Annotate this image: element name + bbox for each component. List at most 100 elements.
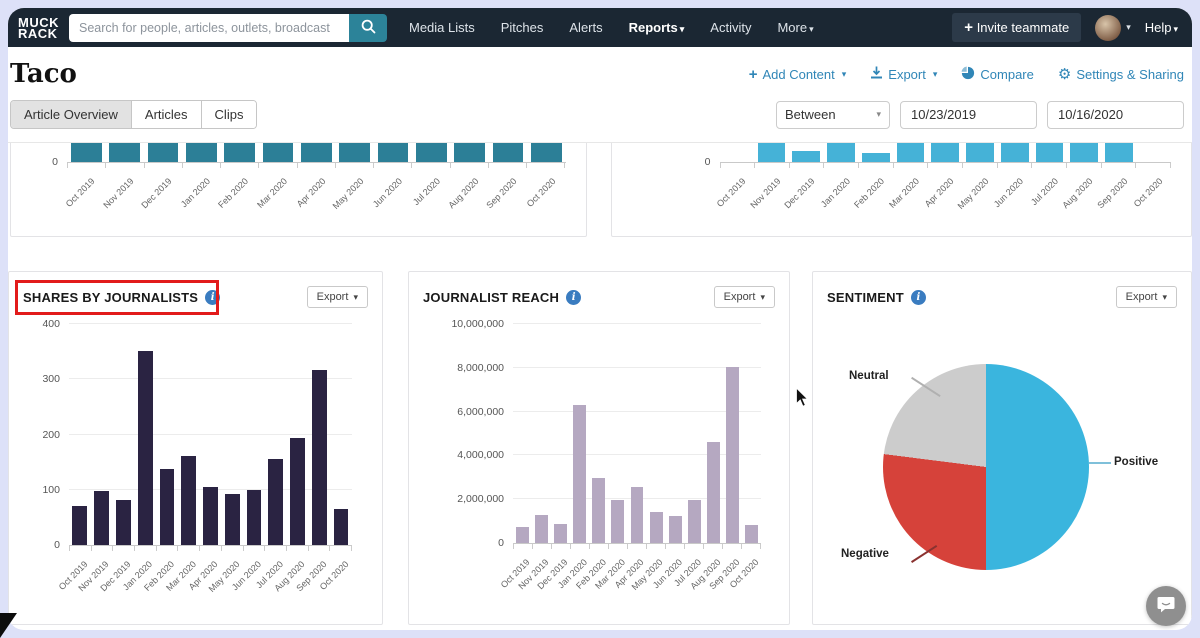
- user-menu[interactable]: ▾: [1095, 15, 1131, 41]
- bar[interactable]: [160, 469, 175, 545]
- bar[interactable]: [148, 143, 179, 162]
- bar[interactable]: [71, 143, 102, 162]
- bar[interactable]: [554, 524, 567, 543]
- nav-item-activity[interactable]: Activity: [710, 20, 751, 35]
- top-navbar: MUCK RACK Media Lists Pitches Alerts Rep…: [8, 8, 1192, 47]
- page-title: Taco: [10, 59, 77, 89]
- add-content-button[interactable]: + Add Content ▾: [749, 66, 847, 83]
- chevron-down-icon: ▾: [876, 109, 881, 120]
- y-axis-tick-label: 0: [52, 156, 58, 168]
- bar[interactable]: [263, 143, 294, 162]
- plus-icon: +: [964, 19, 973, 36]
- bar[interactable]: [631, 487, 644, 543]
- bar[interactable]: [203, 487, 218, 545]
- end-date-field[interactable]: [1047, 101, 1184, 129]
- tab-articles[interactable]: Articles: [132, 101, 202, 128]
- x-axis-tick-label: Apr 2020: [294, 176, 327, 209]
- export-button[interactable]: Export ▾: [870, 66, 937, 82]
- y-axis-tick-label: 2,000,000: [457, 493, 504, 505]
- bar[interactable]: [247, 490, 262, 545]
- chart-row-top: 0 Oct 2019Nov 2019Dec 2019Jan 2020Feb 20…: [8, 143, 1192, 237]
- bar[interactable]: [339, 143, 370, 162]
- bar[interactable]: [94, 491, 109, 545]
- info-icon[interactable]: i: [911, 290, 926, 305]
- muckrack-logo[interactable]: MUCK RACK: [18, 17, 59, 39]
- bar[interactable]: [650, 512, 663, 543]
- bar[interactable]: [454, 143, 485, 162]
- info-icon[interactable]: i: [205, 290, 220, 305]
- bar[interactable]: [268, 459, 283, 545]
- info-icon[interactable]: i: [566, 290, 581, 305]
- bar[interactable]: [181, 456, 196, 545]
- y-axis-tick-label: 200: [42, 429, 60, 441]
- bar[interactable]: [1070, 143, 1098, 162]
- bar[interactable]: [966, 143, 994, 162]
- bar[interactable]: [290, 438, 305, 545]
- mouse-cursor: [793, 388, 811, 413]
- bar[interactable]: [745, 525, 758, 543]
- tab-article-overview[interactable]: Article Overview: [11, 101, 132, 128]
- bar[interactable]: [312, 370, 327, 545]
- compare-button[interactable]: Compare: [961, 66, 1033, 83]
- bar[interactable]: [726, 367, 739, 543]
- bar[interactable]: [378, 143, 409, 162]
- bar[interactable]: [225, 494, 240, 545]
- bar[interactable]: [334, 509, 349, 545]
- nav-item-more[interactable]: More▾: [777, 20, 813, 35]
- chevron-down-icon: ▾: [933, 69, 938, 80]
- bar[interactable]: [862, 153, 890, 162]
- chat-widget-button[interactable]: [1146, 586, 1186, 626]
- bar[interactable]: [138, 351, 153, 545]
- screen-corner-artifact: [0, 613, 17, 638]
- bar[interactable]: [72, 506, 87, 545]
- bar[interactable]: [758, 143, 786, 162]
- bar[interactable]: [1001, 143, 1029, 162]
- help-menu[interactable]: Help▾: [1145, 20, 1178, 35]
- journalist-reach-card: JOURNALIST REACH i Export ▾ 02,000,0004,…: [408, 271, 790, 625]
- app-window: MUCK RACK Media Lists Pitches Alerts Rep…: [8, 8, 1192, 630]
- bar[interactable]: [573, 405, 586, 543]
- bar[interactable]: [516, 527, 529, 543]
- nav-item-media-lists[interactable]: Media Lists: [409, 20, 475, 35]
- card-title: SHARES BY JOURNALISTS: [23, 290, 198, 305]
- bar[interactable]: [931, 143, 959, 162]
- bar[interactable]: [827, 143, 855, 162]
- bar[interactable]: [493, 143, 524, 162]
- bar[interactable]: [535, 515, 548, 543]
- bar[interactable]: [897, 143, 925, 162]
- nav-item-pitches[interactable]: Pitches: [501, 20, 544, 35]
- bar[interactable]: [611, 500, 624, 543]
- tab-clips[interactable]: Clips: [202, 101, 257, 128]
- bar[interactable]: [116, 500, 131, 545]
- bar[interactable]: [1036, 143, 1064, 162]
- bar[interactable]: [688, 500, 701, 543]
- bar[interactable]: [531, 143, 562, 162]
- bar[interactable]: [186, 143, 217, 162]
- bar[interactable]: [301, 143, 332, 162]
- start-date-field[interactable]: [900, 101, 1037, 129]
- y-axis-tick-label: 0: [498, 537, 504, 549]
- search-button[interactable]: [349, 14, 387, 42]
- bar[interactable]: [109, 143, 140, 162]
- invite-teammate-button[interactable]: + Invite teammate: [952, 13, 1081, 42]
- nav-item-alerts[interactable]: Alerts: [569, 20, 602, 35]
- chevron-down-icon: ▾: [353, 292, 358, 302]
- bar[interactable]: [592, 478, 605, 543]
- card-export-button[interactable]: Export ▾: [307, 286, 368, 308]
- card-export-button[interactable]: Export ▾: [714, 286, 775, 308]
- chevron-down-icon: ▾: [809, 24, 814, 34]
- chart-card-cut-left: 0 Oct 2019Nov 2019Dec 2019Jan 2020Feb 20…: [10, 143, 587, 237]
- bar[interactable]: [792, 151, 820, 162]
- settings-sharing-button[interactable]: ⚙ Settings & Sharing: [1058, 67, 1184, 82]
- x-axis-tick-label: Mar 2020: [887, 176, 921, 210]
- search-input[interactable]: [69, 14, 349, 42]
- bar[interactable]: [224, 143, 255, 162]
- date-operator-select[interactable]: Between ▾: [776, 101, 890, 129]
- bar[interactable]: [669, 516, 682, 543]
- bar[interactable]: [707, 442, 720, 543]
- bar[interactable]: [416, 143, 447, 162]
- card-export-button[interactable]: Export ▾: [1116, 286, 1177, 308]
- nav-item-reports[interactable]: Reports▾: [629, 20, 685, 35]
- bar[interactable]: [1105, 143, 1133, 162]
- pie[interactable]: [883, 364, 1089, 570]
